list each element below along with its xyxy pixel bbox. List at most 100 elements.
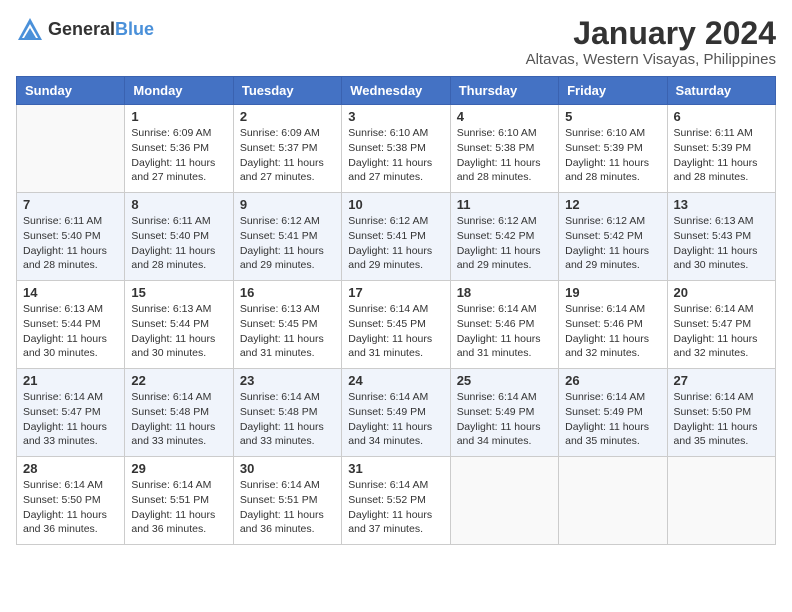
calendar-week-row: 14Sunrise: 6:13 AMSunset: 5:44 PMDayligh… [17, 281, 776, 369]
calendar-cell: 11 Sunrise: 6:12 AMSunset: 5:42 PMDayligh… [450, 193, 558, 281]
day-number: 31 [348, 461, 443, 476]
day-info: Sunrise: 6:12 AMSunset: 5:41 PMDaylight:… [240, 214, 335, 273]
day-info: Sunrise: 6:13 AMSunset: 5:44 PMDaylight:… [23, 302, 118, 361]
calendar-cell: 10 Sunrise: 6:12 AMSunset: 5:41 PMDayligh… [342, 193, 450, 281]
calendar-week-row: 28 Sunrise: 6:14 AMSunset: 5:50 PMDayligh… [17, 457, 776, 545]
calendar-cell: 4 Sunrise: 6:10 AMSunset: 5:38 PMDaylight… [450, 105, 558, 193]
day-number: 19 [565, 285, 660, 300]
day-number: 2 [240, 109, 335, 124]
calendar-cell: 2 Sunrise: 6:09 AMSunset: 5:37 PMDaylight… [233, 105, 341, 193]
day-number: 10 [348, 197, 443, 212]
day-info: Sunrise: 6:14 AMSunset: 5:45 PMDaylight:… [348, 302, 443, 361]
calendar-cell: 27 Sunrise: 6:14 AMSunset: 5:50 PMDayligh… [667, 369, 775, 457]
day-header-saturday: Saturday [667, 77, 775, 105]
day-number: 20 [674, 285, 769, 300]
day-info: Sunrise: 6:14 AMSunset: 5:49 PMDaylight:… [457, 390, 552, 449]
header: GeneralBlue January 2024 Altavas, Wester… [16, 16, 776, 68]
day-info: Sunrise: 6:14 AMSunset: 5:47 PMDaylight:… [674, 302, 769, 361]
calendar-cell: 15Sunrise: 6:13 AMSunset: 5:44 PMDayligh… [125, 281, 233, 369]
calendar-week-row: 1 Sunrise: 6:09 AMSunset: 5:36 PMDaylight… [17, 105, 776, 193]
day-number: 28 [23, 461, 118, 476]
day-number: 7 [23, 197, 118, 212]
day-number: 30 [240, 461, 335, 476]
location-title: Altavas, Western Visayas, Philippines [526, 51, 776, 68]
calendar-cell: 12Sunrise: 6:12 AMSunset: 5:42 PMDayligh… [559, 193, 667, 281]
day-info: Sunrise: 6:12 AMSunset: 5:42 PMDaylight:… [457, 214, 552, 273]
day-number: 1 [131, 109, 226, 124]
day-number: 23 [240, 373, 335, 388]
calendar-cell: 14Sunrise: 6:13 AMSunset: 5:44 PMDayligh… [17, 281, 125, 369]
logo-text-general: General [48, 19, 115, 39]
day-number: 27 [674, 373, 769, 388]
day-number: 16 [240, 285, 335, 300]
calendar-cell: 6 Sunrise: 6:11 AMSunset: 5:39 PMDaylight… [667, 105, 775, 193]
day-header-thursday: Thursday [450, 77, 558, 105]
day-info: Sunrise: 6:11 AMSunset: 5:39 PMDaylight:… [674, 126, 769, 185]
calendar-table: SundayMondayTuesdayWednesdayThursdayFrid… [16, 76, 776, 545]
day-info: Sunrise: 6:09 AMSunset: 5:37 PMDaylight:… [240, 126, 335, 185]
day-info: Sunrise: 6:12 AMSunset: 5:41 PMDaylight:… [348, 214, 443, 273]
day-info: Sunrise: 6:13 AMSunset: 5:45 PMDaylight:… [240, 302, 335, 361]
day-info: Sunrise: 6:10 AMSunset: 5:39 PMDaylight:… [565, 126, 660, 185]
calendar-week-row: 7 Sunrise: 6:11 AMSunset: 5:40 PMDaylight… [17, 193, 776, 281]
calendar-cell: 18Sunrise: 6:14 AMSunset: 5:46 PMDayligh… [450, 281, 558, 369]
day-info: Sunrise: 6:14 AMSunset: 5:50 PMDaylight:… [23, 478, 118, 537]
day-number: 18 [457, 285, 552, 300]
day-number: 11 [457, 197, 552, 212]
day-number: 6 [674, 109, 769, 124]
calendar-cell: 23Sunrise: 6:14 AMSunset: 5:48 PMDayligh… [233, 369, 341, 457]
day-info: Sunrise: 6:13 AMSunset: 5:43 PMDaylight:… [674, 214, 769, 273]
calendar-week-row: 21Sunrise: 6:14 AMSunset: 5:47 PMDayligh… [17, 369, 776, 457]
day-number: 3 [348, 109, 443, 124]
day-info: Sunrise: 6:14 AMSunset: 5:51 PMDaylight:… [240, 478, 335, 537]
logo-text-blue: Blue [115, 19, 154, 39]
calendar-cell: 5Sunrise: 6:10 AMSunset: 5:39 PMDaylight… [559, 105, 667, 193]
day-number: 17 [348, 285, 443, 300]
day-info: Sunrise: 6:10 AMSunset: 5:38 PMDaylight:… [348, 126, 443, 185]
day-info: Sunrise: 6:14 AMSunset: 5:51 PMDaylight:… [131, 478, 226, 537]
month-title: January 2024 [526, 16, 776, 51]
calendar-cell: 20 Sunrise: 6:14 AMSunset: 5:47 PMDayligh… [667, 281, 775, 369]
calendar-cell: 25Sunrise: 6:14 AMSunset: 5:49 PMDayligh… [450, 369, 558, 457]
day-number: 26 [565, 373, 660, 388]
calendar-cell: 17 Sunrise: 6:14 AMSunset: 5:45 PMDayligh… [342, 281, 450, 369]
logo: GeneralBlue [16, 16, 154, 44]
day-info: Sunrise: 6:11 AMSunset: 5:40 PMDaylight:… [23, 214, 118, 273]
calendar-cell: 31 Sunrise: 6:14 AMSunset: 5:52 PMDayligh… [342, 457, 450, 545]
day-header-wednesday: Wednesday [342, 77, 450, 105]
calendar-cell: 26Sunrise: 6:14 AMSunset: 5:49 PMDayligh… [559, 369, 667, 457]
calendar-cell: 21Sunrise: 6:14 AMSunset: 5:47 PMDayligh… [17, 369, 125, 457]
day-info: Sunrise: 6:14 AMSunset: 5:50 PMDaylight:… [674, 390, 769, 449]
calendar-cell: 30 Sunrise: 6:14 AMSunset: 5:51 PMDayligh… [233, 457, 341, 545]
day-header-friday: Friday [559, 77, 667, 105]
day-number: 13 [674, 197, 769, 212]
day-info: Sunrise: 6:09 AMSunset: 5:36 PMDaylight:… [131, 126, 226, 185]
calendar-cell [667, 457, 775, 545]
day-info: Sunrise: 6:14 AMSunset: 5:52 PMDaylight:… [348, 478, 443, 537]
day-info: Sunrise: 6:14 AMSunset: 5:49 PMDaylight:… [348, 390, 443, 449]
day-number: 4 [457, 109, 552, 124]
day-number: 9 [240, 197, 335, 212]
calendar-cell: 16 Sunrise: 6:13 AMSunset: 5:45 PMDayligh… [233, 281, 341, 369]
calendar-cell: 24 Sunrise: 6:14 AMSunset: 5:49 PMDayligh… [342, 369, 450, 457]
day-header-monday: Monday [125, 77, 233, 105]
calendar-cell [559, 457, 667, 545]
day-header-sunday: Sunday [17, 77, 125, 105]
day-info: Sunrise: 6:13 AMSunset: 5:44 PMDaylight:… [131, 302, 226, 361]
day-header-tuesday: Tuesday [233, 77, 341, 105]
calendar-cell: 13 Sunrise: 6:13 AMSunset: 5:43 PMDayligh… [667, 193, 775, 281]
calendar-cell: 7 Sunrise: 6:11 AMSunset: 5:40 PMDaylight… [17, 193, 125, 281]
calendar-cell [17, 105, 125, 193]
day-info: Sunrise: 6:11 AMSunset: 5:40 PMDaylight:… [131, 214, 226, 273]
day-info: Sunrise: 6:12 AMSunset: 5:42 PMDaylight:… [565, 214, 660, 273]
day-info: Sunrise: 6:10 AMSunset: 5:38 PMDaylight:… [457, 126, 552, 185]
day-number: 22 [131, 373, 226, 388]
calendar-cell: 3 Sunrise: 6:10 AMSunset: 5:38 PMDaylight… [342, 105, 450, 193]
calendar-cell: 9 Sunrise: 6:12 AMSunset: 5:41 PMDaylight… [233, 193, 341, 281]
title-area: January 2024 Altavas, Western Visayas, P… [526, 16, 776, 68]
calendar-cell: 8 Sunrise: 6:11 AMSunset: 5:40 PMDaylight… [125, 193, 233, 281]
logo-icon [16, 16, 44, 44]
calendar-cell: 1 Sunrise: 6:09 AMSunset: 5:36 PMDaylight… [125, 105, 233, 193]
day-number: 24 [348, 373, 443, 388]
day-number: 8 [131, 197, 226, 212]
